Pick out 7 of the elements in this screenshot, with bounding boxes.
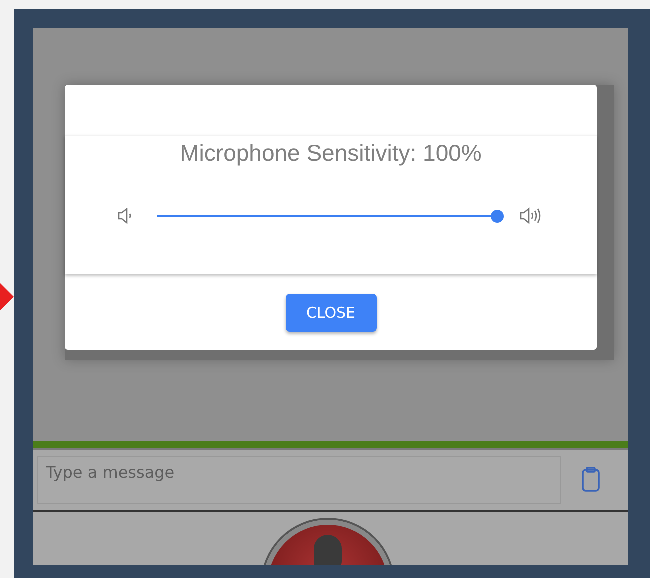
- volume-low-icon: [118, 208, 134, 224]
- message-input[interactable]: Type a message: [37, 456, 561, 504]
- close-button[interactable]: CLOSE: [286, 294, 376, 332]
- clipboard-icon[interactable]: [581, 467, 601, 493]
- dialog-title: Microphone Sensitivity: 100%: [180, 140, 482, 167]
- pointer-icon: [0, 283, 14, 311]
- slider-thumb[interactable]: [490, 210, 504, 222]
